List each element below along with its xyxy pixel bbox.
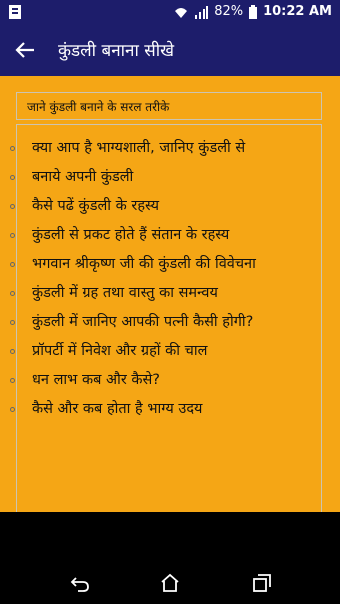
nav-home-icon[interactable] [160, 573, 180, 593]
notification-icon [9, 5, 21, 19]
bullet-icon [10, 175, 15, 180]
list-item[interactable]: कुंडली से प्रकट होते हैं संतान के रहस्य [0, 221, 322, 250]
bullet-icon [10, 204, 15, 209]
bullet-icon [10, 233, 15, 238]
wifi-icon [175, 7, 188, 18]
bullet-icon [10, 291, 15, 296]
arrow-left-icon[interactable] [14, 39, 36, 61]
list-item[interactable]: भगवान श्रीकृष्ण जी की कुंडली की विवेचना [0, 250, 322, 279]
article-header-box: जाने कुंडली बनाने के सरल तरीके [16, 92, 322, 120]
battery-percent: 82% [214, 4, 244, 19]
system-nav-bar [0, 512, 340, 604]
status-bar: 82% 10:22 AM [0, 0, 340, 24]
bullet-icon [10, 378, 15, 383]
list-item[interactable]: क्या आप है भाग्यशाली, जानिए कुंडली से [0, 134, 322, 163]
clock: 10:22 AM [263, 4, 332, 19]
topic-list: क्या आप है भाग्यशाली, जानिए कुंडली से बन… [0, 134, 322, 424]
article-content[interactable]: जाने कुंडली बनाने के सरल तरीके क्या आप ह… [0, 76, 340, 512]
app-bar: कुंडली बनाना सीखे [0, 24, 340, 76]
list-item[interactable]: कुंडली में ग्रह तथा वास्तु का समन्वय [0, 279, 322, 308]
bullet-icon [10, 407, 15, 412]
bullet-icon [10, 349, 15, 354]
list-item[interactable]: कैसे और कब होता है भाग्य उदय [0, 395, 322, 424]
bullet-icon [10, 320, 15, 325]
signal-icon [195, 5, 209, 19]
list-item[interactable]: प्रॉपर्टी में निवेश और ग्रहों की चाल [0, 337, 322, 366]
bullet-icon [10, 146, 15, 151]
nav-recents-icon[interactable] [252, 573, 272, 593]
page-title: कुंडली बनाना सीखे [58, 41, 175, 61]
list-item[interactable]: बनाये अपनी कुंडली [0, 163, 322, 192]
list-item[interactable]: कैसे पढें कुंडली के रहस्य [0, 192, 322, 221]
list-item[interactable]: कुंडली में जानिए आपकी पत्नी कैसी होगी? [0, 308, 322, 337]
list-item[interactable]: धन लाभ कब और कैसे? [0, 366, 322, 395]
article-header: जाने कुंडली बनाने के सरल तरीके [27, 100, 170, 114]
battery-icon [249, 4, 258, 19]
bullet-icon [10, 262, 15, 267]
nav-back-icon[interactable] [70, 573, 90, 593]
